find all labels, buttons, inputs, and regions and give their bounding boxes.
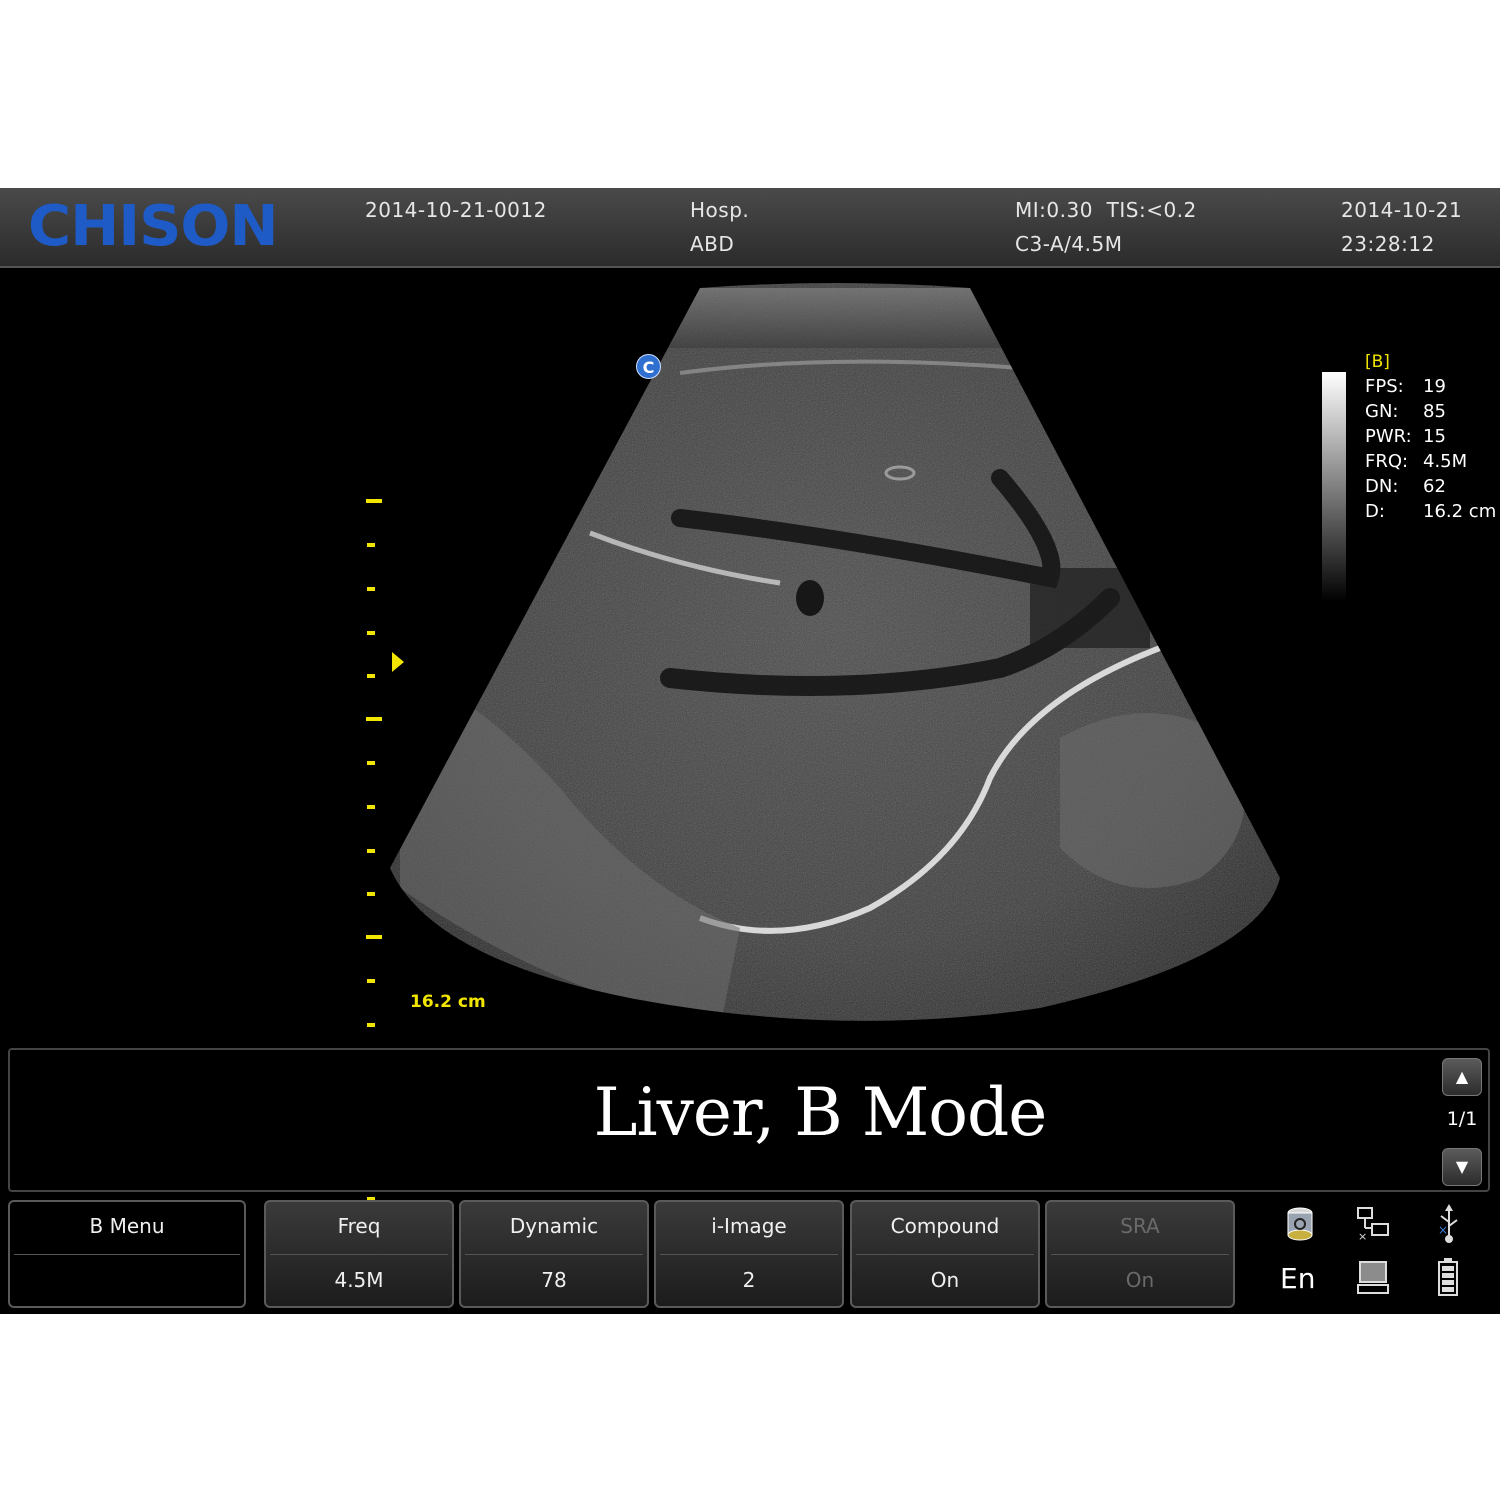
mode-label: [B] xyxy=(1365,352,1390,372)
param-power: PWR: 15 xyxy=(1365,426,1446,447)
depth-tick xyxy=(367,849,375,853)
depth-tick xyxy=(367,979,375,983)
depth-tick xyxy=(367,805,375,809)
usb-icon[interactable]: × xyxy=(1436,1204,1462,1244)
depth-tick xyxy=(367,761,375,765)
dynamic-label: Dynamic xyxy=(509,1214,599,1238)
i-image-button[interactable]: i-Image 2 xyxy=(654,1200,844,1308)
param-depth: D: 16.2 cm xyxy=(1365,501,1497,522)
freq-button[interactable]: Freq 4.5M xyxy=(264,1200,454,1308)
param-fps: FPS: 19 xyxy=(1365,376,1446,397)
page-down-button[interactable]: ▼ xyxy=(1442,1148,1482,1186)
param-gain: GN: 85 xyxy=(1365,401,1446,422)
dynamic-value: 78 xyxy=(541,1268,567,1292)
depth-tick xyxy=(367,543,375,547)
image-area[interactable]: C 16.2 cm [B] FPS: 19 GN: 85 PWR: 15 FRQ… xyxy=(0,268,1500,1201)
depth-tick xyxy=(367,587,375,591)
header-bar: CHISON 2014-10-21-0012 Hosp. ABD MI:0.30… xyxy=(0,188,1500,268)
param-frequency: FRQ: 4.5M xyxy=(1365,451,1468,472)
disk-icon[interactable] xyxy=(1284,1206,1316,1242)
divider xyxy=(270,1254,448,1255)
dynamic-button[interactable]: Dynamic 78 xyxy=(459,1200,649,1308)
sra-label: SRA xyxy=(1120,1214,1160,1238)
compound-value: On xyxy=(930,1268,960,1292)
freq-value: 4.5M xyxy=(334,1268,384,1292)
grayscale-bar xyxy=(1322,372,1346,602)
ultrasound-image[interactable] xyxy=(0,268,1500,1048)
compound-label: Compound xyxy=(890,1214,1000,1238)
freq-label: Freq xyxy=(337,1214,381,1238)
svg-text:×: × xyxy=(1358,1230,1367,1242)
triangle-up-icon: ▲ xyxy=(1455,1067,1469,1086)
depth-tick-major xyxy=(366,935,382,939)
depth-tick-major xyxy=(366,717,382,721)
scan-sector xyxy=(390,283,1280,1021)
ultrasound-screen: CHISON 2014-10-21-0012 Hosp. ABD MI:0.30… xyxy=(0,188,1500,1314)
comment-box: Liver, B Mode ▲ 1/1 ▼ xyxy=(8,1048,1490,1192)
compound-button[interactable]: Compound On xyxy=(850,1200,1040,1308)
b-menu-button[interactable]: B Menu xyxy=(8,1200,246,1308)
comment-text: Liver, B Mode xyxy=(593,1074,1048,1151)
page-indicator: 1/1 xyxy=(1446,1108,1478,1130)
orientation-marker: C xyxy=(636,354,661,379)
triangle-down-icon: ▼ xyxy=(1455,1157,1469,1176)
divider xyxy=(465,1254,643,1255)
probe-info: C3-A/4.5M xyxy=(1015,232,1123,256)
page-up-button[interactable]: ▲ xyxy=(1442,1058,1482,1096)
depth-tick xyxy=(367,1023,375,1027)
param-dynamic: DN: 62 xyxy=(1365,476,1446,497)
mi-tis-readout: MI:0.30 TIS:<0.2 xyxy=(1015,198,1197,222)
exam-type: ABD xyxy=(690,232,735,256)
hospital-name: Hosp. xyxy=(690,198,750,222)
divider xyxy=(1051,1254,1229,1255)
divider xyxy=(14,1254,240,1255)
focus-marker-icon[interactable] xyxy=(392,652,404,672)
depth-tick xyxy=(367,631,375,635)
patient-id: 2014-10-21-0012 xyxy=(365,198,547,222)
sra-button[interactable]: SRA On xyxy=(1045,1200,1235,1308)
exam-time: 23:28:12 xyxy=(1341,232,1435,256)
battery-icon xyxy=(1438,1258,1458,1296)
sra-value: On xyxy=(1125,1268,1155,1292)
divider xyxy=(856,1254,1034,1255)
i-image-value: 2 xyxy=(742,1268,756,1292)
svg-text:×: × xyxy=(1438,1223,1448,1237)
depth-label: 16.2 cm xyxy=(410,992,486,1012)
brand-logo: CHISON xyxy=(28,194,279,259)
exam-date: 2014-10-21 xyxy=(1341,198,1463,222)
i-image-label: i-Image xyxy=(711,1214,787,1238)
depth-tick xyxy=(367,674,375,678)
b-menu-label: B Menu xyxy=(89,1214,165,1238)
depth-tick xyxy=(367,892,375,896)
network-icon[interactable]: × xyxy=(1356,1206,1390,1242)
language-indicator[interactable]: En xyxy=(1280,1262,1315,1295)
depth-tick-major xyxy=(366,499,382,503)
computer-icon[interactable] xyxy=(1357,1260,1389,1296)
divider xyxy=(660,1254,838,1255)
